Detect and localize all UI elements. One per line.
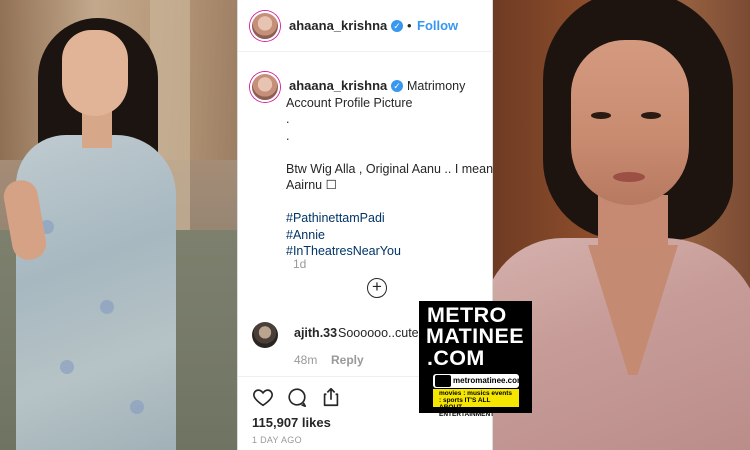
header-username[interactable]: ahaana_krishna bbox=[289, 18, 387, 33]
saree-flower bbox=[60, 360, 74, 374]
header-separator: • bbox=[407, 18, 412, 33]
post-caption: Matrimony Account Profile Picture . . Bt… bbox=[286, 78, 494, 260]
caption-line: Matrimony bbox=[407, 79, 466, 93]
comment-avatar[interactable] bbox=[252, 322, 278, 348]
caption-line: Btw Wig Alla , Original Aanu .. I mean bbox=[286, 161, 494, 176]
follow-button[interactable]: Follow bbox=[417, 18, 458, 33]
load-more-comments-icon[interactable]: + bbox=[367, 278, 387, 298]
share-icon[interactable] bbox=[320, 386, 342, 408]
heart-icon[interactable] bbox=[252, 386, 274, 408]
caption-line bbox=[286, 194, 486, 211]
caption-time: 1d bbox=[293, 257, 307, 271]
verified-badge-icon: ✓ bbox=[391, 20, 403, 32]
caption-line: . bbox=[286, 112, 290, 126]
hashtag-link[interactable]: #Annie bbox=[286, 227, 486, 244]
comment-time: 48m bbox=[294, 353, 318, 367]
likes-count[interactable]: 115,907 likes bbox=[252, 415, 331, 430]
comment-text: Soooooo..cute bbox=[338, 326, 419, 340]
logo-text-line: .COM bbox=[427, 346, 485, 370]
reply-button[interactable]: Reply bbox=[331, 353, 364, 367]
comment-username[interactable]: ajith.33 bbox=[294, 326, 337, 340]
caption-line: Aairnu ☐ bbox=[286, 178, 337, 192]
saree-flower bbox=[130, 400, 144, 414]
post-header: ahaana_krishna ✓ • Follow bbox=[238, 0, 494, 52]
hashtag-link[interactable]: #PathinettamPadi bbox=[286, 210, 486, 227]
logo-text-line: MATINEE bbox=[426, 324, 524, 348]
logo-tagline: movies : musics events : sports IT'S ALL… bbox=[439, 390, 512, 418]
profile-avatar[interactable] bbox=[250, 11, 280, 41]
film-icon bbox=[435, 375, 451, 387]
caption-avatar[interactable] bbox=[250, 72, 280, 102]
metromatinee-logo: METRO MATINEE .COM metromatinee.com movi… bbox=[419, 301, 532, 418]
saree-flower bbox=[100, 300, 114, 314]
caption-line: Account Profile Picture bbox=[286, 95, 413, 110]
photo-face bbox=[62, 30, 128, 116]
photo-lips bbox=[613, 172, 645, 182]
caption-line: . bbox=[286, 128, 290, 143]
hashtag-link[interactable]: #InTheatresNearYou bbox=[286, 243, 486, 260]
logo-text-line: METRO bbox=[427, 303, 507, 327]
photo-saree bbox=[16, 135, 176, 450]
logo-badge-text: metromatinee.com bbox=[453, 376, 525, 385]
photo-eye bbox=[641, 112, 661, 119]
photo-eye bbox=[591, 112, 611, 119]
caption-line bbox=[286, 144, 486, 161]
post-date: 1 DAY AGO bbox=[252, 435, 302, 445]
left-photo bbox=[0, 0, 237, 450]
comment-icon[interactable] bbox=[286, 386, 308, 408]
